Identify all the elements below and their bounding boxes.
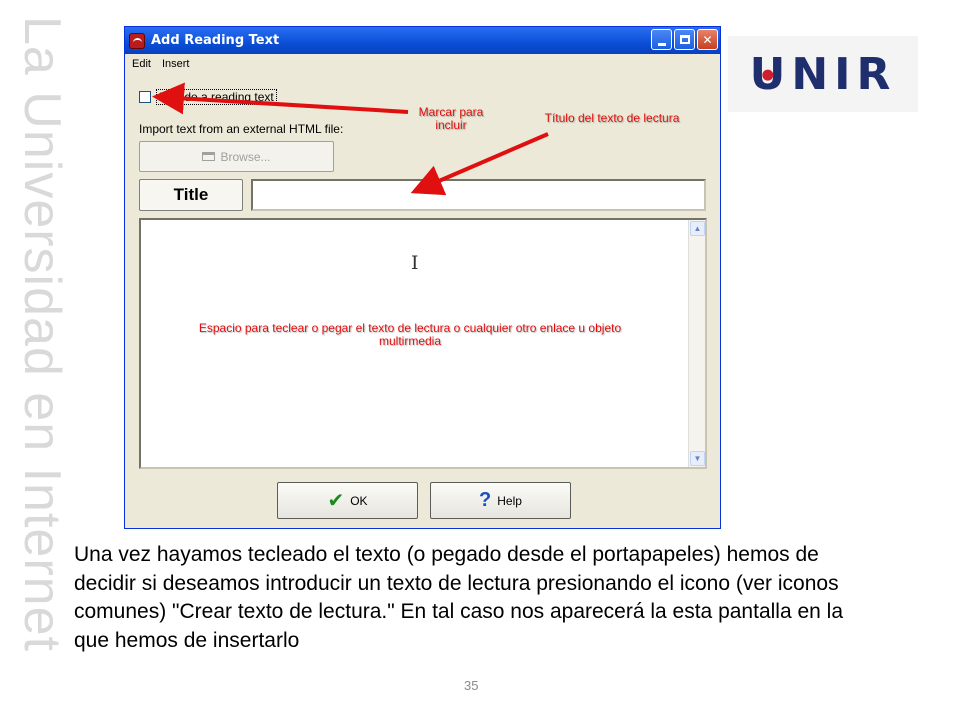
annotation-espacio: Espacio para teclear o pegar el texto de… [198, 321, 622, 348]
body-paragraph: Una vez hayamos tecleado el texto (o peg… [74, 543, 844, 652]
menu-insert[interactable]: Insert [162, 58, 190, 70]
maximize-button[interactable] [674, 29, 695, 50]
browse-button[interactable]: Browse... [139, 141, 334, 172]
checkmark-icon: ✔ [327, 490, 345, 512]
title-input[interactable] [251, 179, 706, 211]
include-reading-text-checkbox[interactable] [139, 91, 151, 103]
menu-bar: Edit Insert [125, 54, 720, 74]
title-button-label: Title [173, 185, 209, 204]
import-html-label: Import text from an external HTML file: [139, 122, 344, 136]
watermark-text: La Universidad en Internet [13, 16, 71, 652]
annotation-marcar: Marcar para incluir [418, 105, 484, 132]
annotation-titulo: Título del texto de lectura [544, 111, 680, 125]
maximize-icon [679, 35, 690, 44]
logo-dot-icon [762, 69, 774, 81]
vertical-scrollbar[interactable]: ▲ ▼ [688, 220, 705, 467]
help-label: Help [497, 493, 522, 508]
title-button[interactable]: Title [139, 179, 243, 211]
help-button[interactable]: ? Help [430, 482, 571, 519]
include-reading-text-label[interactable]: Include a reading text [156, 89, 277, 105]
ok-label: OK [350, 493, 368, 508]
scroll-up-icon[interactable]: ▲ [690, 221, 705, 236]
text-cursor-icon: I [411, 252, 419, 274]
menu-edit[interactable]: Edit [132, 58, 151, 70]
scroll-down-icon[interactable]: ▼ [690, 451, 705, 466]
close-button[interactable]: ✕ [697, 29, 718, 50]
dialog-titlebar[interactable]: Add Reading Text ✕ [125, 27, 720, 54]
page-number: 35 [464, 678, 479, 693]
minimize-icon [657, 42, 666, 46]
dialog-title: Add Reading Text [151, 33, 280, 48]
unir-logo: UNIR [728, 36, 918, 112]
folder-icon [202, 152, 216, 161]
ok-button[interactable]: ✔ OK [277, 482, 418, 519]
close-icon: ✕ [702, 32, 713, 47]
add-reading-text-dialog: Add Reading Text ✕ Edit Insert Include a… [124, 26, 721, 529]
app-icon [129, 32, 145, 49]
browse-label: Browse... [220, 149, 271, 164]
logo-u-letter: U [750, 49, 792, 100]
include-reading-text-row: Include a reading text [139, 89, 277, 105]
question-mark-icon: ? [479, 489, 492, 511]
minimize-button[interactable] [651, 29, 672, 50]
